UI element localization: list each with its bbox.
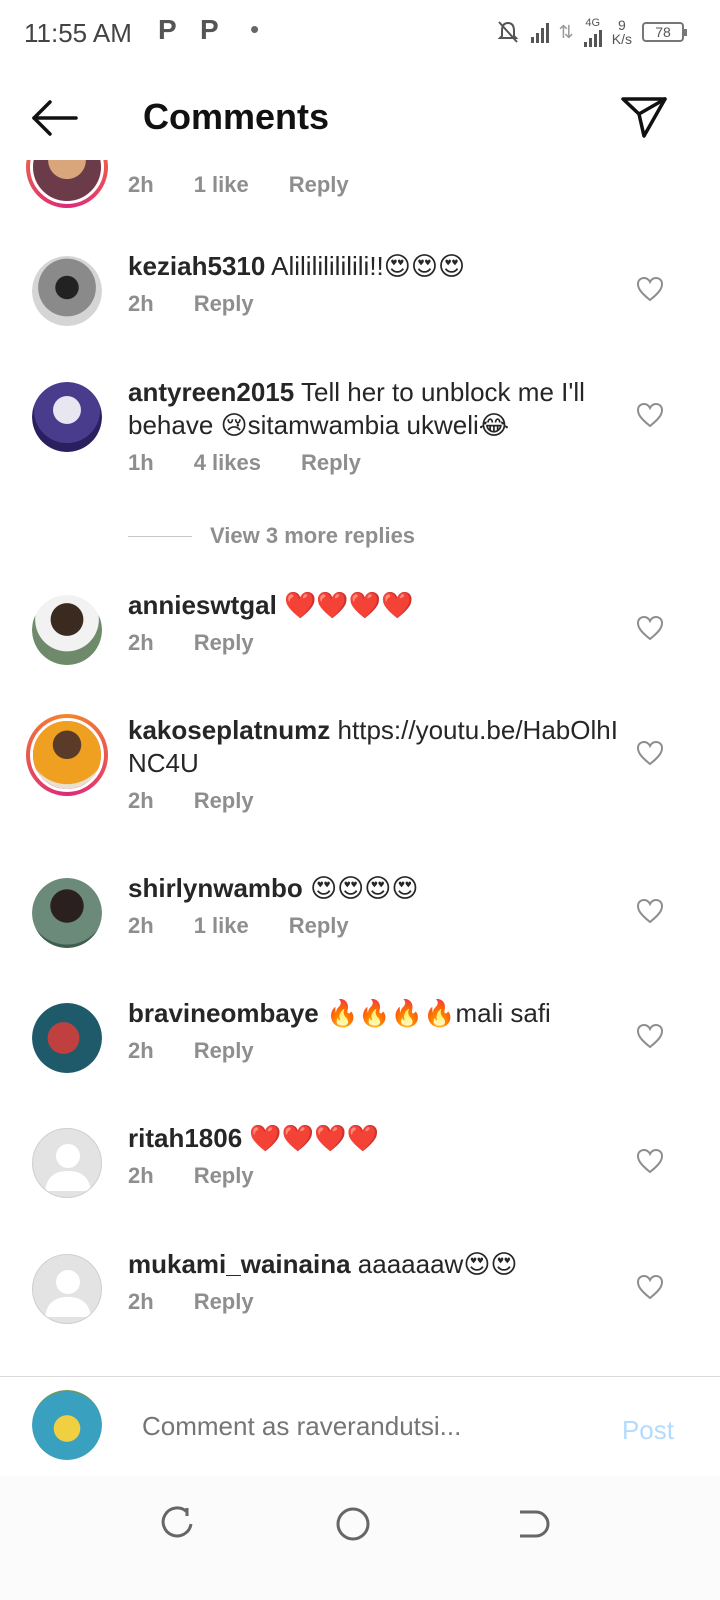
comment-time: 2h	[128, 172, 154, 197]
comment-meta: 2h Reply	[128, 788, 618, 814]
comment-username[interactable]: kakoseplatnumz	[128, 715, 330, 745]
comment-meta: 2h Reply	[128, 291, 618, 317]
reply-button[interactable]: Reply	[194, 1038, 254, 1064]
battery-icon: 78	[642, 22, 687, 42]
comment-text: Alilililililili!!😍😍😍	[271, 251, 466, 281]
comment-meta: 2h 1 like Reply	[128, 172, 618, 198]
avatar[interactable]	[32, 382, 102, 452]
comment-username[interactable]: keziah5310	[128, 251, 265, 281]
send-icon[interactable]	[620, 94, 668, 140]
comment-likes[interactable]: 1 like	[194, 172, 249, 198]
comment-text: ❤️❤️❤️❤️	[249, 1123, 379, 1153]
comment-text: ❤️❤️❤️❤️	[284, 590, 414, 620]
reply-button[interactable]: Reply	[301, 450, 361, 476]
speed-unit: K/s	[611, 31, 632, 47]
comments-list: 2h 1 like Reply keziah5310 Alililililili…	[0, 160, 720, 1375]
avatar[interactable]	[32, 1003, 102, 1073]
view-replies-label[interactable]: View 3 more replies	[210, 523, 415, 549]
back-nav-icon[interactable]	[510, 1504, 550, 1544]
comment-username[interactable]: bravineombaye	[128, 998, 319, 1028]
comment-username[interactable]: mukami_wainaina	[128, 1249, 351, 1279]
comment-username[interactable]: shirlynwambo	[128, 873, 303, 903]
comment-time: 2h	[128, 291, 154, 316]
comment-likes[interactable]: 1 like	[194, 913, 249, 939]
comment-time: 2h	[128, 630, 154, 655]
network-type: 4G	[585, 16, 601, 29]
comment-username[interactable]: ritah1806	[128, 1123, 242, 1153]
page-title: Comments	[143, 96, 330, 137]
comment-meta: 2h Reply	[128, 1163, 618, 1189]
avatar[interactable]	[32, 595, 102, 665]
comment-text: 🔥🔥🔥🔥mali safi	[325, 998, 551, 1028]
reply-button[interactable]: Reply	[194, 1289, 254, 1315]
view-more-replies[interactable]: View 3 more replies	[128, 523, 415, 549]
comment-meta: 1h 4 likes Reply	[128, 450, 618, 476]
comment-meta: 2h Reply	[128, 630, 618, 656]
replies-divider	[128, 535, 192, 537]
header: Comments	[0, 72, 720, 162]
status-time: 11:55 AM	[24, 18, 132, 48]
like-heart-icon[interactable]	[636, 615, 664, 641]
post-button[interactable]: Post	[622, 1415, 674, 1446]
avatar[interactable]	[26, 160, 108, 208]
default-avatar-icon[interactable]	[32, 1254, 102, 1324]
comment-meta: 2h 1 like Reply	[128, 913, 618, 939]
like-heart-icon[interactable]	[636, 1023, 664, 1049]
comment-time: 2h	[128, 1289, 154, 1314]
comment-time: 2h	[128, 913, 154, 938]
back-arrow-icon[interactable]	[30, 98, 78, 138]
status-bar: 11:55 AM P P • ⇅ 4G 9 K/s 78	[0, 0, 720, 66]
comment-likes[interactable]: 4 likes	[194, 450, 261, 476]
like-heart-icon[interactable]	[636, 898, 664, 924]
comment-input[interactable]	[142, 1411, 582, 1442]
notification-p-icon: P	[158, 14, 177, 45]
home-icon[interactable]	[333, 1504, 373, 1544]
comment-meta: 2h Reply	[128, 1289, 618, 1315]
reply-button[interactable]: Reply	[289, 172, 349, 198]
comment-username[interactable]: annieswtgal	[128, 590, 277, 620]
comment-text: aaaaaaw😍😍	[357, 1249, 518, 1279]
comment-time: 2h	[128, 1038, 154, 1063]
comment-time: 2h	[128, 788, 154, 813]
comment-username[interactable]: antyreen2015	[128, 377, 294, 407]
like-heart-icon[interactable]	[636, 1148, 664, 1174]
my-avatar	[32, 1390, 102, 1460]
recent-apps-icon[interactable]	[157, 1504, 197, 1544]
battery-level: 78	[655, 24, 671, 40]
reply-button[interactable]: Reply	[194, 1163, 254, 1189]
reply-button[interactable]: Reply	[194, 291, 254, 317]
like-heart-icon[interactable]	[636, 276, 664, 302]
mute-bell-icon	[497, 21, 519, 43]
system-nav-bar	[0, 1476, 720, 1600]
like-heart-icon[interactable]	[636, 740, 664, 766]
reply-button[interactable]: Reply	[194, 630, 254, 656]
avatar[interactable]	[32, 878, 102, 948]
speed-value: 9	[617, 17, 626, 33]
default-avatar-icon[interactable]	[32, 1128, 102, 1198]
comment-meta: 2h Reply	[128, 1038, 618, 1064]
reply-button[interactable]: Reply	[194, 788, 254, 814]
like-heart-icon[interactable]	[636, 402, 664, 428]
comment-time: 2h	[128, 1163, 154, 1188]
signal-icon	[530, 21, 549, 43]
net-speed: 9 K/s	[612, 18, 632, 46]
avatar[interactable]	[26, 714, 108, 796]
comment-composer: Post	[0, 1376, 720, 1476]
reply-button[interactable]: Reply	[289, 913, 349, 939]
notification-p-icon: P	[200, 14, 219, 45]
comment-text: 😍😍😍😍	[310, 873, 419, 903]
like-heart-icon[interactable]	[636, 1274, 664, 1300]
notification-dot-icon: •	[250, 14, 260, 44]
comment-time: 1h	[128, 450, 154, 475]
status-icons: ⇅ 4G 9 K/s 78	[495, 14, 687, 50]
data-arrows-icon: ⇅	[558, 21, 574, 42]
avatar[interactable]	[32, 256, 102, 326]
signal-icon-2	[583, 29, 602, 47]
